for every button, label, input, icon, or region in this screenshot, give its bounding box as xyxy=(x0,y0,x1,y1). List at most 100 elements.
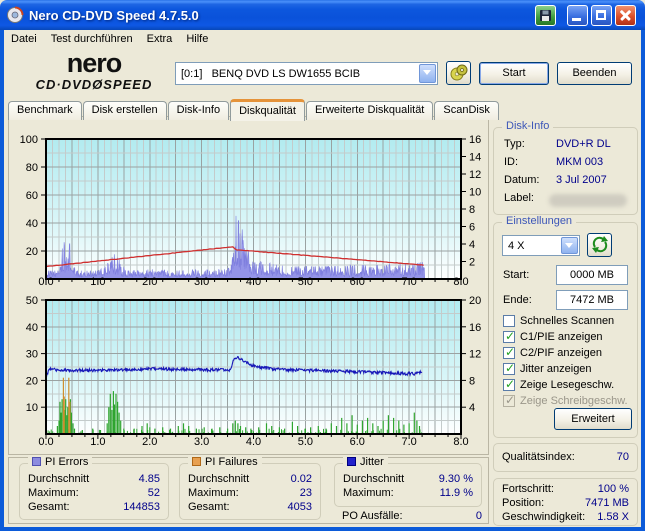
end-mb-label: Ende: xyxy=(503,294,532,306)
svg-text:4: 4 xyxy=(469,239,475,251)
progress-value: 100 % xyxy=(597,483,629,495)
pif-avg-label: Durchschnitt xyxy=(188,473,250,485)
pif-max-value: 23 xyxy=(299,487,312,499)
po-failures-value: 0 xyxy=(475,510,482,522)
position-value: 7471 MB xyxy=(584,497,629,509)
disk-id-value: MKM 003 xyxy=(556,156,604,168)
checkbox-box[interactable]: ✓ xyxy=(503,377,515,391)
checkbox-box[interactable]: ✓ xyxy=(503,361,515,375)
pi-errors-chart: 20 40 60 80 100 2 4 6 8 10 12 14 16 0.0 1.0 2.0 3.0 4.0 5.… xyxy=(20,134,482,287)
advanced-button[interactable]: Erweitert xyxy=(554,408,632,430)
eject-disc-button[interactable] xyxy=(446,61,471,85)
tab-benchmark[interactable]: Benchmark xyxy=(8,101,82,120)
end-mb-field[interactable]: 7472 MB xyxy=(556,290,628,310)
disk-type-label: Typ: xyxy=(504,138,525,150)
svg-text:5.0: 5.0 xyxy=(298,276,313,287)
start-button[interactable]: Start xyxy=(479,62,549,85)
svg-text:6.0: 6.0 xyxy=(350,436,365,448)
checkbox-box[interactable]: ✓ xyxy=(503,329,515,343)
start-mb-label: Start: xyxy=(503,269,530,281)
jitter-title: Jitter xyxy=(360,456,384,468)
jitter-avg-value: 9.30 % xyxy=(438,473,473,485)
window-border-left xyxy=(0,28,4,531)
checkbox-lesegeschw[interactable]: ✓ Zeige Lesegeschw. xyxy=(503,377,614,392)
svg-text:5.0: 5.0 xyxy=(298,436,313,448)
checkbox-c1-pie[interactable]: ✓ C1/PIE anzeigen xyxy=(503,329,603,344)
screenshot-save-button[interactable] xyxy=(535,5,556,26)
checkbox-box[interactable]: ✓ xyxy=(503,315,515,327)
svg-text:6.0: 6.0 xyxy=(350,276,365,287)
refresh-icon xyxy=(591,236,608,253)
menu-datei[interactable]: Datei xyxy=(4,32,44,46)
disk-info-title: Disk-Info xyxy=(502,120,554,132)
tab-disk-erstellen[interactable]: Disk erstellen xyxy=(82,101,167,120)
menu-extra[interactable]: Extra xyxy=(140,32,180,46)
disc-icon xyxy=(450,64,467,81)
svg-text:10: 10 xyxy=(469,187,481,199)
svg-text:0.0: 0.0 xyxy=(38,276,53,287)
svg-text:4.0: 4.0 xyxy=(246,436,261,448)
svg-text:100: 100 xyxy=(20,134,38,146)
titlebar[interactable]: Nero CD-DVD Speed 4.7.5.0 xyxy=(0,0,645,30)
checkbox-schnelles-scannen[interactable]: ✓ Schnelles Scannen xyxy=(503,314,614,328)
tab-diskqualitaet[interactable]: Diskqualität xyxy=(230,99,305,121)
pi-errors-title: PI Errors xyxy=(45,456,89,468)
svg-text:16: 16 xyxy=(469,134,481,146)
start-mb-field[interactable]: 0000 MB xyxy=(556,265,628,285)
disk-date-value: 3 Jul 2007 xyxy=(556,174,607,186)
svg-text:80: 80 xyxy=(26,162,38,174)
svg-text:8: 8 xyxy=(469,204,475,216)
menubar: Datei Test durchführen Extra Hilfe xyxy=(4,30,641,47)
svg-text:20: 20 xyxy=(26,246,38,258)
chevron-down-icon[interactable] xyxy=(419,64,436,83)
minimize-button[interactable] xyxy=(567,5,588,26)
progress-label: Fortschritt: xyxy=(502,483,554,495)
tab-disk-info[interactable]: Disk-Info xyxy=(167,101,230,120)
svg-text:30: 30 xyxy=(26,349,38,361)
po-failures-row: PO Ausfälle: 0 xyxy=(342,510,482,522)
pif-total-label: Gesamt: xyxy=(188,501,230,513)
pi-failures-legend-icon xyxy=(192,457,201,466)
scan-speed-value: 4 X xyxy=(508,239,525,252)
checkbox-c2-pif[interactable]: ✓ C2/PIF anzeigen xyxy=(503,345,602,360)
pie-max-label: Maximum: xyxy=(28,487,79,499)
disk-date-label: Datum: xyxy=(504,174,540,186)
app-window: Nero CD-DVD Speed 4.7.5.0 Datei Test dur… xyxy=(0,0,645,531)
checkbox-jitter[interactable]: ✓ Jitter anzeigen xyxy=(503,361,592,376)
svg-text:8.0: 8.0 xyxy=(453,436,468,448)
speed-value: 1.58 X xyxy=(597,511,629,523)
pie-total-value: 144853 xyxy=(123,501,160,513)
svg-text:16: 16 xyxy=(469,322,481,334)
close-button[interactable] xyxy=(615,5,636,26)
svg-text:20: 20 xyxy=(26,375,38,387)
tab-erweiterte-diskqualitaet[interactable]: Erweiterte Diskqualität xyxy=(305,101,434,120)
quit-button[interactable]: Beenden xyxy=(557,62,632,85)
svg-text:8.0: 8.0 xyxy=(453,276,468,287)
svg-text:7.0: 7.0 xyxy=(401,276,416,287)
checkbox-box[interactable]: ✓ xyxy=(503,345,515,359)
drive-select[interactable]: [0:1] BENQ DVD LS DW1655 BCIB xyxy=(175,62,438,85)
pi-errors-box: PI Errors Durchschnitt 4.85 Maximum: 52 Ge… xyxy=(19,456,169,520)
pie-total-label: Gesamt: xyxy=(28,501,70,513)
app-icon xyxy=(7,6,24,23)
pie-max-value: 52 xyxy=(147,487,160,499)
drive-select-value: [0:1] BENQ DVD LS DW1655 BCIB xyxy=(181,67,361,80)
quality-index-value: 70 xyxy=(616,451,629,463)
jitter-max-value: 11.9 % xyxy=(439,487,473,499)
pi-failures-title: PI Failures xyxy=(205,456,258,468)
menu-hilfe[interactable]: Hilfe xyxy=(179,32,215,46)
scan-speed-select[interactable]: 4 X xyxy=(502,235,580,256)
tab-scandisk[interactable]: ScanDisk xyxy=(434,101,499,120)
refresh-button[interactable] xyxy=(587,233,612,257)
svg-text:4: 4 xyxy=(469,402,475,414)
pif-max-label: Maximum: xyxy=(188,487,239,499)
position-label: Position: xyxy=(502,497,545,509)
pif-total-value: 4053 xyxy=(287,501,312,513)
maximize-button[interactable] xyxy=(591,5,612,26)
chevron-down-icon[interactable] xyxy=(561,237,578,254)
floppy-icon xyxy=(540,10,551,21)
checkbox-schreibgeschw: ✓ Zeige Schreibgeschw. xyxy=(503,393,628,407)
menu-test-durchfuehren[interactable]: Test durchführen xyxy=(44,32,140,46)
maximize-icon xyxy=(596,10,606,20)
jitter-legend-icon xyxy=(347,457,356,466)
